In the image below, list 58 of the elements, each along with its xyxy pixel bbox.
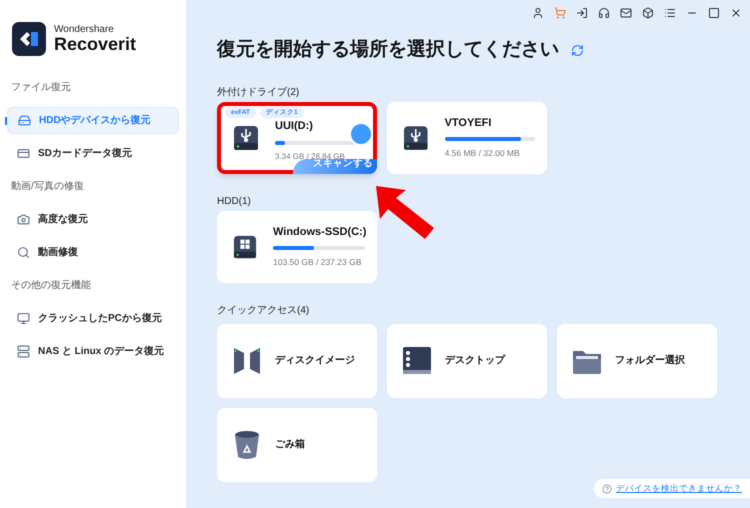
section-heading: 外付けドライブ(2) — [217, 86, 300, 100]
sidebar-item-icon — [17, 213, 30, 226]
quick-access-label: フォルダー選択 — [615, 354, 685, 368]
sidebar-item-icon — [17, 246, 30, 259]
drive-usage: 103.50 GB / 237.23 GB — [273, 256, 362, 270]
drive-card[interactable]: VTOYEFI 4.56 MB / 32.00 MB — [387, 102, 547, 174]
sidebar-item[interactable]: クラッシュしたPCから復元 — [7, 305, 179, 332]
drive-name: UUI(D:) — [275, 119, 314, 134]
sidebar-item-label: 高度な復元 — [38, 212, 88, 227]
sidebar-item-icon — [18, 114, 31, 127]
logo-brand: Wondershare — [54, 25, 115, 35]
sidebar-item-icon — [17, 312, 30, 325]
help-icon — [602, 484, 612, 494]
quick-access-card[interactable]: フォルダー選択 — [557, 324, 717, 398]
page-title: 復元を開始する場所を選択してください — [217, 38, 559, 62]
mail-icon[interactable] — [620, 6, 632, 18]
sidebar-item-icon — [17, 147, 30, 160]
sidebar-item-label: クラッシュしたPCから復元 — [38, 312, 162, 326]
sidebar-item[interactable]: HDDやデバイスから復元 — [7, 107, 179, 134]
drive-usage: 3.34 GB / 28.84 GB — [275, 150, 345, 161]
cube-icon[interactable] — [642, 6, 654, 18]
sidebar-heading: 動画/写真の修復 — [10, 180, 85, 194]
scan-dial-icon — [349, 122, 373, 146]
quick-access-card[interactable]: ごみ箱 — [217, 408, 377, 482]
quick-access-label: デスクトップ — [445, 353, 505, 368]
sign-in-icon[interactable] — [576, 6, 588, 18]
maximize-icon[interactable] — [708, 6, 720, 18]
drive-card[interactable]: Windows-SSD(C:) 103.50 GB / 237.23 GB — [217, 210, 377, 282]
usb-drive-icon — [403, 124, 429, 152]
user-icon[interactable] — [532, 6, 544, 18]
section-heading: HDD(1) — [217, 194, 252, 208]
help-link[interactable]: デバイスを検出できませんか？ — [616, 482, 742, 495]
section-heading: クイックアクセス(4) — [217, 304, 310, 318]
drive-name: VTOYEFI — [444, 116, 492, 131]
sidebar-item[interactable]: SDカードデータ復元 — [7, 140, 179, 167]
sidebar-item[interactable]: NAS と Linux のデータ復元 — [7, 338, 179, 365]
quick-access-card[interactable]: デスクトップ — [387, 324, 547, 398]
selection-indicator — [5, 117, 7, 125]
drive-name: Windows-SSD(C:) — [273, 224, 365, 240]
headset-icon[interactable] — [598, 6, 610, 18]
usb-drive-icon — [233, 124, 259, 152]
sidebar-item-label: SDカードデータ復元 — [38, 146, 132, 161]
sidebar-item-label: HDDやデバイスから復元 — [39, 114, 151, 128]
sidebar-item-label: 動画修復 — [38, 246, 78, 260]
refresh-icon[interactable] — [571, 44, 584, 57]
sidebar-item-icon — [17, 345, 30, 358]
sidebar-heading: その他の復元機能 — [10, 278, 92, 293]
quick-access-card[interactable]: ディスクイメージ — [217, 324, 377, 398]
logo-product: Recoverit — [54, 35, 136, 53]
logo-icon — [12, 22, 46, 56]
close-icon[interactable] — [730, 6, 742, 18]
sidebar-heading: ファイル復元 — [10, 81, 72, 95]
quick-access-label: ディスクイメージ — [275, 354, 355, 368]
sidebar-item[interactable]: 動画修復 — [7, 239, 179, 266]
drive-usage: 4.56 MB / 32.00 MB — [444, 147, 521, 160]
sidebar-item-label: NAS と Linux のデータ復元 — [38, 344, 164, 359]
sidebar-item[interactable]: 高度な復元 — [7, 206, 179, 233]
quick-access-label: ごみ箱 — [275, 438, 305, 452]
